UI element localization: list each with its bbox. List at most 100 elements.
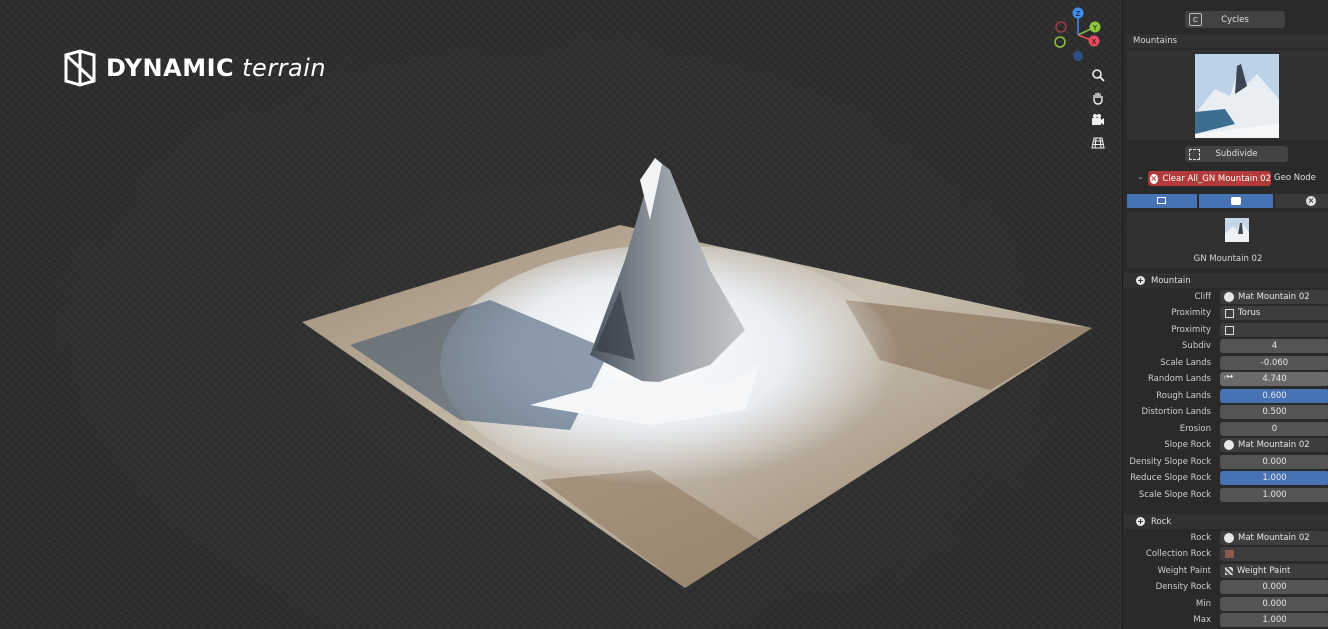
random-lands-value: 4.740 (1262, 374, 1287, 384)
max-row: Max 1.000 (1123, 613, 1328, 628)
tab-render[interactable] (1199, 194, 1273, 208)
density-slope-rock-row: Density Slope Rock 0.000 (1123, 455, 1328, 470)
proximity-object-field-1[interactable]: Torus (1220, 306, 1328, 320)
camera-icon[interactable] (1088, 110, 1108, 130)
weight-paint-label: Weight Paint (1157, 566, 1211, 576)
max-field[interactable]: 1.000 (1220, 613, 1328, 627)
rough-lands-row: Rough Lands 0.600 (1123, 389, 1328, 404)
clear-all-button[interactable]: × Clear All_GN Mountain 02 (1148, 171, 1271, 186)
reduce-slope-rock-row: Reduce Slope Rock 1.000 (1123, 471, 1328, 486)
render-engine-button[interactable]: C Cycles (1185, 11, 1285, 28)
dynamic-terrain-logo-icon (64, 49, 96, 87)
proximity-object-field-2[interactable] (1220, 323, 1328, 337)
subdiv-row: Subdiv 4 (1123, 339, 1328, 354)
rock-row: Rock Mat Mountain 02 (1123, 531, 1328, 546)
min-field[interactable]: 0.000 (1220, 597, 1328, 611)
cliff-material-field[interactable]: Mat Mountain 02 (1220, 290, 1328, 304)
3d-viewport[interactable]: DYNAMIC terrain Z Y X (0, 0, 1122, 629)
brand-logo: DYNAMIC terrain (62, 49, 326, 87)
proximity-row-1: Proximity Torus (1123, 306, 1328, 321)
camera-render-icon (1231, 197, 1241, 205)
slope-rock-material-field[interactable]: Mat Mountain 02 (1220, 438, 1328, 452)
rock-label: Rock (1190, 533, 1211, 543)
gizmo-neg-y[interactable] (1054, 36, 1066, 48)
hand-pan-icon[interactable] (1088, 88, 1108, 108)
mountain-terrain-mesh[interactable] (290, 150, 1100, 600)
density-rock-field[interactable]: 0.000 (1220, 580, 1328, 594)
scale-slope-rock-row: Scale Slope Rock 1.000 (1123, 488, 1328, 503)
erosion-label: Erosion (1179, 424, 1211, 434)
weight-paint-value: Weight Paint (1237, 566, 1291, 576)
plus-icon: + (1136, 517, 1145, 526)
navigation-gizmo[interactable]: Z Y X (1050, 5, 1106, 63)
mountain-preview-thumbnail[interactable] (1195, 54, 1279, 138)
asset-category-label: Mountains (1133, 36, 1178, 46)
zoom-icon[interactable] (1088, 65, 1108, 85)
object-icon (1225, 308, 1234, 318)
scale-lands-field[interactable]: -0.060 (1220, 356, 1328, 370)
grid-icon[interactable] (1088, 133, 1108, 153)
rough-lands-slider[interactable]: 0.600 (1220, 389, 1328, 403)
plus-icon: + (1136, 276, 1145, 285)
weight-paint-field[interactable]: Weight Paint (1220, 564, 1328, 578)
subdivide-label: Subdivide (1215, 149, 1258, 159)
rock-section-title: Rock (1151, 516, 1172, 527)
density-slope-rock-field[interactable]: 0.000 (1220, 455, 1328, 469)
gizmo-neg-z[interactable] (1073, 51, 1083, 61)
erosion-row: Erosion 0 (1123, 422, 1328, 437)
collection-rock-field[interactable] (1220, 547, 1328, 561)
render-engine-label: Cycles (1221, 14, 1249, 25)
reduce-slope-rock-slider[interactable]: 1.000 (1220, 471, 1328, 485)
proximity-row-2: Proximity (1123, 323, 1328, 338)
density-slope-rock-label: Density Slope Rock (1129, 457, 1211, 467)
random-lands-field[interactable]: ‹ ↔ 4.740 (1220, 372, 1328, 386)
clear-all-label: Clear All_GN Mountain 02 (1162, 173, 1271, 184)
gizmo-z-label: Z (1076, 10, 1081, 18)
mountain-section-header[interactable]: + Mountain (1123, 273, 1328, 288)
gizmo-x-label: X (1092, 38, 1097, 46)
gizmo-neg-x[interactable] (1055, 21, 1067, 33)
vertex-group-icon (1225, 567, 1233, 575)
cliff-material-value: Mat Mountain 02 (1238, 292, 1310, 302)
proximity-value-1: Torus (1238, 308, 1261, 318)
subdivide-button[interactable]: Subdivide (1185, 146, 1288, 162)
chevron-down-icon[interactable]: ⌄ (1137, 172, 1144, 182)
rock-section-header[interactable]: + Rock (1123, 514, 1328, 529)
distortion-lands-label: Distortion Lands (1141, 407, 1211, 417)
min-row: Min 0.000 (1123, 597, 1328, 612)
density-rock-row: Density Rock 0.000 (1123, 580, 1328, 595)
node-name-label: GN Mountain 02 (1193, 254, 1263, 264)
node-thumbnail-icon[interactable] (1225, 218, 1249, 242)
cliff-label: Cliff (1194, 292, 1211, 302)
gizmo-y-label: Y (1092, 24, 1098, 32)
collection-rock-label: Collection Rock (1145, 549, 1211, 559)
rough-lands-label: Rough Lands (1156, 391, 1211, 401)
scale-slope-rock-field[interactable]: 1.000 (1220, 488, 1328, 502)
distortion-lands-field[interactable]: 0.500 (1220, 405, 1328, 419)
drag-cursor-icon: ↔ (1226, 372, 1234, 382)
slope-rock-row: Slope Rock Mat Mountain 02 (1123, 438, 1328, 453)
asset-category-header[interactable]: Mountains (1127, 34, 1328, 48)
close-circle-icon: × (1150, 173, 1158, 184)
cycles-icon: C (1189, 13, 1202, 26)
scale-lands-label: Scale Lands (1160, 358, 1211, 368)
collection-rock-row: Collection Rock (1123, 547, 1328, 562)
subdivide-icon (1189, 149, 1200, 160)
tab-remove[interactable]: × (1275, 194, 1328, 208)
slope-rock-material-value: Mat Mountain 02 (1238, 440, 1310, 450)
geo-node-header: ⌄ × Clear All_GN Mountain 02 Geo Node (1123, 171, 1328, 187)
tab-display[interactable] (1127, 194, 1197, 208)
slope-rock-label: Slope Rock (1164, 440, 1211, 450)
subdiv-label: Subdiv (1182, 341, 1211, 351)
distortion-lands-row: Distortion Lands 0.500 (1123, 405, 1328, 420)
brand-word-dynamic: DYNAMIC (106, 54, 235, 82)
material-icon (1224, 440, 1234, 450)
erosion-field[interactable]: 0 (1220, 422, 1328, 436)
collection-icon (1225, 550, 1234, 558)
properties-panel: C Cycles Mountains Subdivide ⌄ × Clear A… (1122, 0, 1328, 629)
proximity-label-2: Proximity (1171, 325, 1211, 335)
subdiv-field[interactable]: 4 (1220, 339, 1328, 353)
asset-preview-box (1127, 50, 1328, 140)
material-icon (1224, 292, 1234, 302)
rock-material-field[interactable]: Mat Mountain 02 (1220, 531, 1328, 545)
